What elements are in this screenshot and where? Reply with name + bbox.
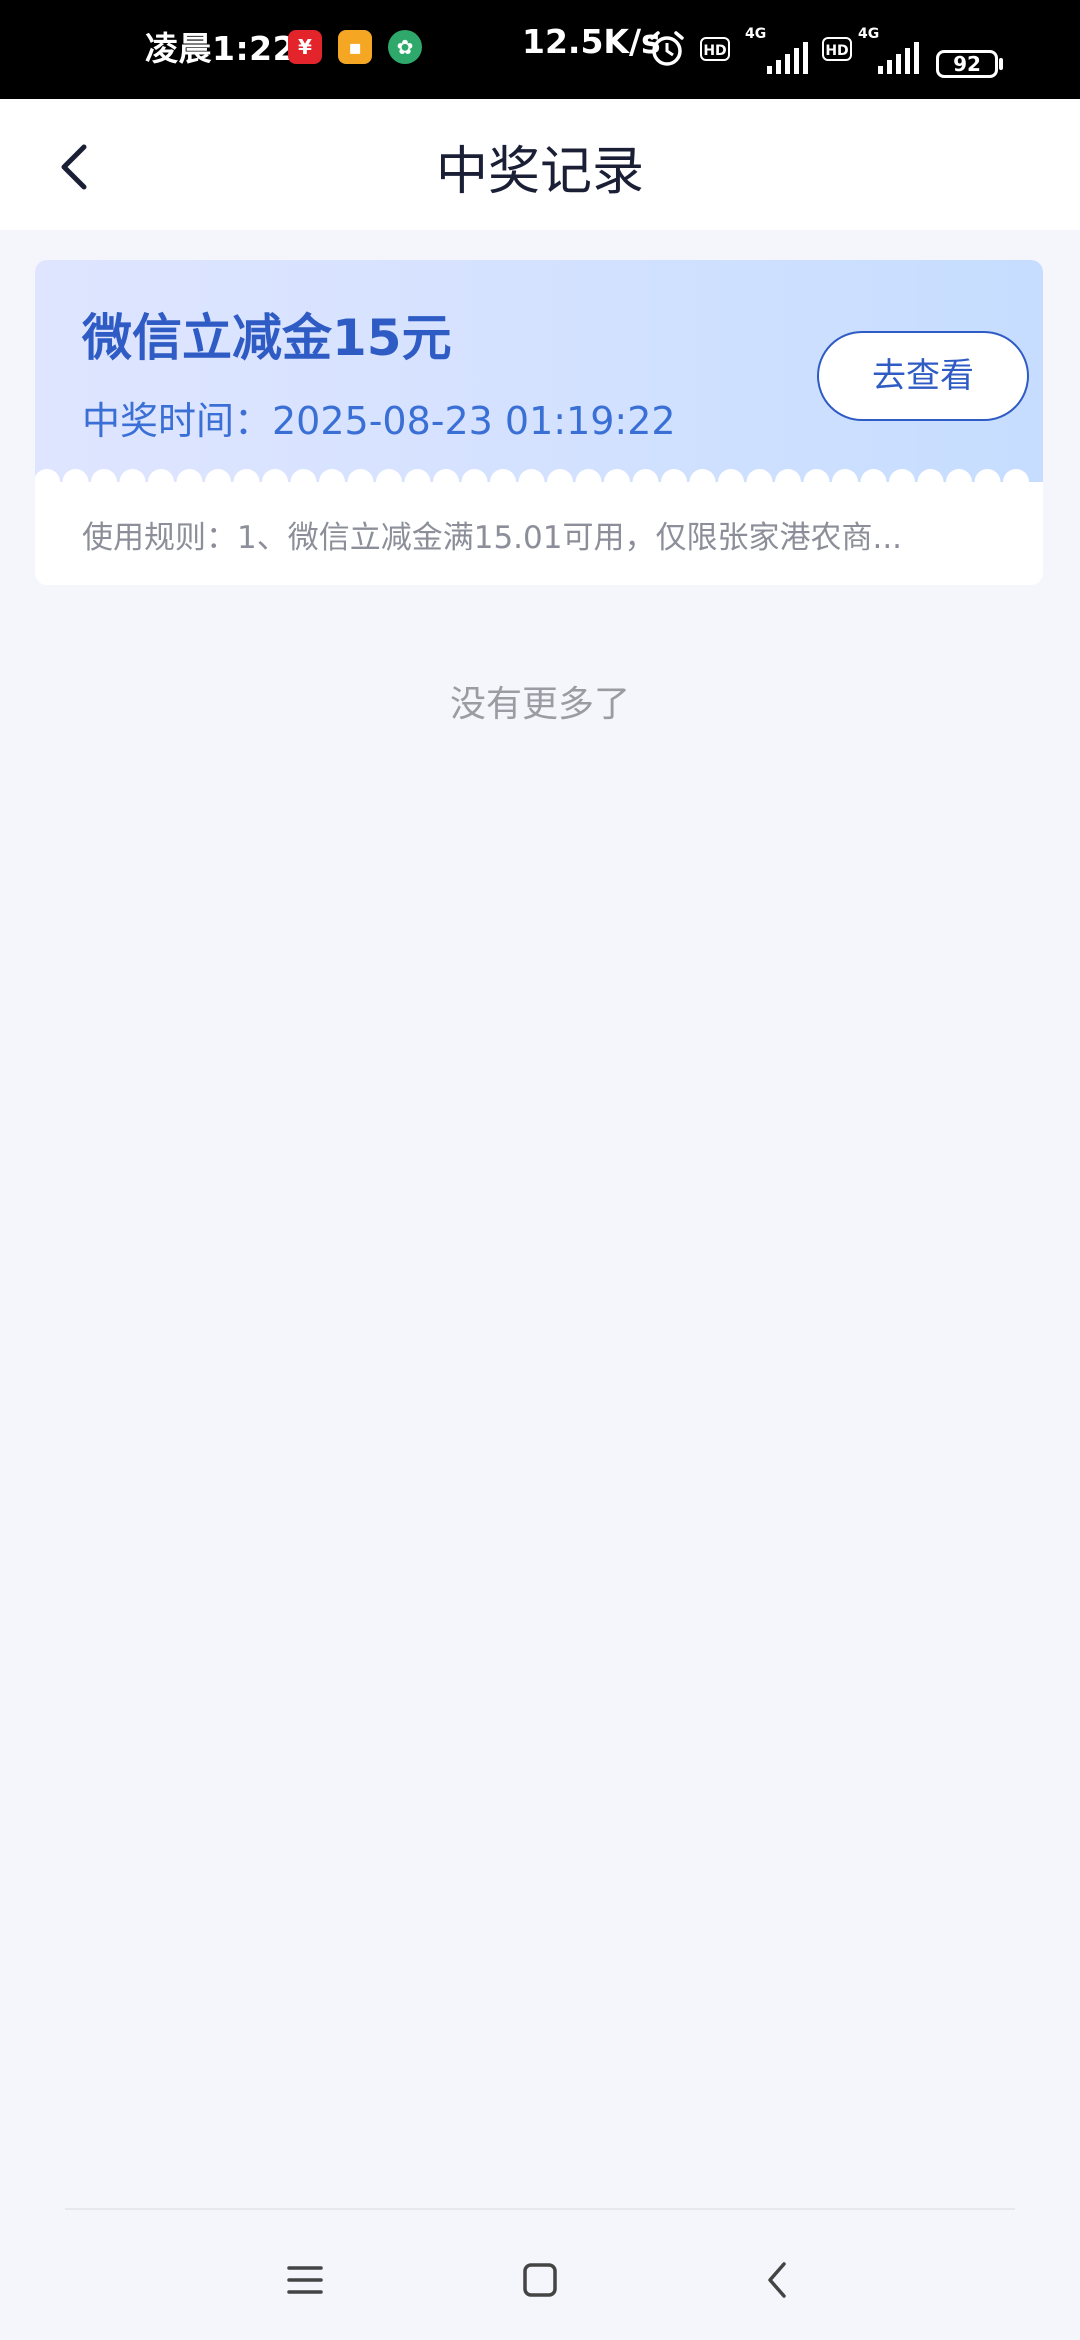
usage-rules: 使用规则：1、微信立减金满15.01可用，仅限张家港农商... xyxy=(82,520,903,556)
prize-time: 中奖时间：2025-08-23 01:19:22 xyxy=(82,399,676,443)
system-nav-bar xyxy=(0,2210,1080,2340)
app-notification-icon-green: ✿ xyxy=(388,30,422,64)
network-type-label: 4G xyxy=(858,26,880,42)
back-chevron-icon[interactable] xyxy=(748,2250,808,2310)
network-speed: 12.5K/s xyxy=(522,22,661,61)
hd-badge-icon: HD xyxy=(700,37,730,61)
battery-icon: 92 xyxy=(936,50,998,78)
alarm-icon xyxy=(650,31,684,66)
status-bar: 凌晨1:22 ¥ ▪ ✿ 12.5K/s HD 4G HD 4G 92 xyxy=(0,0,1080,99)
page-title: 中奖记录 xyxy=(435,142,644,202)
signal-icon xyxy=(878,42,919,74)
scallop-divider xyxy=(35,469,1043,497)
app-notification-icon-orange: ▪ xyxy=(338,30,372,64)
prize-title: 微信立减金15元 xyxy=(82,309,452,367)
battery-tip xyxy=(999,58,1003,70)
page-header: 中奖记录 xyxy=(0,99,1080,230)
app-notification-icon-red: ¥ xyxy=(288,30,322,64)
signal-icon xyxy=(767,42,808,74)
no-more-text: 没有更多了 xyxy=(449,684,630,725)
home-square-icon[interactable] xyxy=(510,2250,570,2310)
network-type-label: 4G xyxy=(745,26,767,42)
menu-icon[interactable] xyxy=(275,2250,335,2310)
prize-card-header: 微信立减金15元 中奖时间：2025-08-23 01:19:22 去查看 xyxy=(35,260,1043,482)
hd-badge-icon: HD xyxy=(822,37,852,61)
status-time: 凌晨1:22 xyxy=(145,29,297,68)
prize-record-card: 微信立减金15元 中奖时间：2025-08-23 01:19:22 去查看 使用… xyxy=(35,260,1043,585)
view-prize-button[interactable]: 去查看 xyxy=(817,331,1029,421)
